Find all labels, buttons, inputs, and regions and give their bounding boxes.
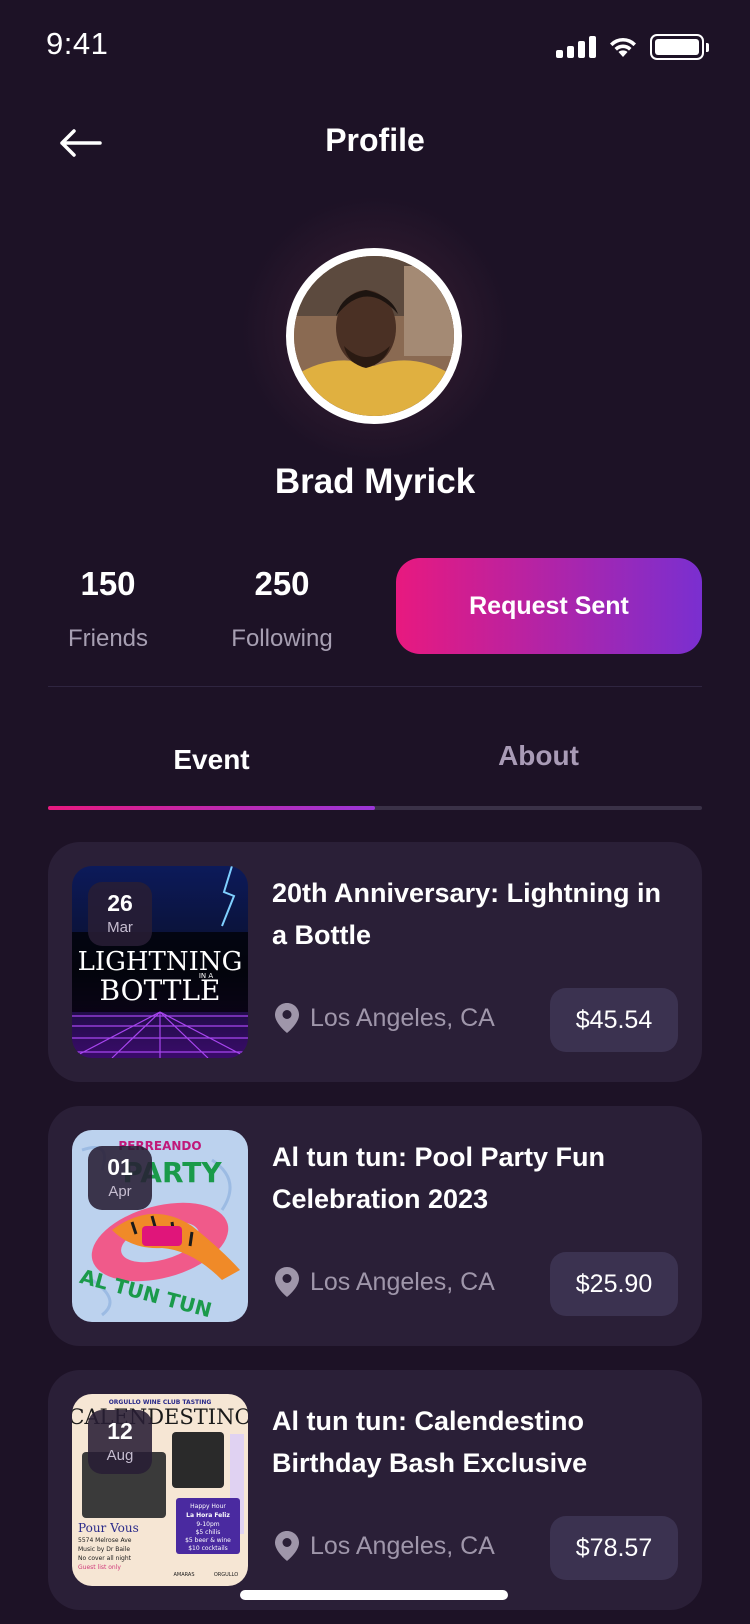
page-title: Profile [325, 122, 425, 158]
price-badge: $45.54 [550, 988, 678, 1052]
event-image-text-11: $5 chilis [196, 1529, 221, 1536]
wifi-icon [610, 37, 636, 57]
event-location: Los Angeles, CA [274, 1266, 495, 1298]
event-image: PERREANDO PARTY AL TUN TUN 01 Apr [72, 1130, 248, 1322]
event-image-text-1: LIGHTNING [78, 947, 243, 977]
tab-event[interactable]: Event [48, 744, 375, 776]
date-badge: 12 Aug [88, 1410, 152, 1474]
event-title: Al tun tun: Calendestino Birthday Bash E… [272, 1406, 588, 1478]
date-day: 01 [107, 1154, 133, 1180]
friends-label: Friends [67, 625, 149, 652]
event-image-text-4: 5574 Melrose Ave [78, 1537, 132, 1544]
date-day: 26 [107, 890, 133, 916]
friends-stat[interactable]: 150 Friends [28, 565, 188, 653]
date-day: 12 [107, 1418, 133, 1444]
request-sent-button[interactable]: Request Sent [396, 558, 702, 654]
event-image-text-3: Pour Vous [78, 1521, 139, 1535]
event-card[interactable]: LIGHTNING IN A BOTTLE 26 Mar 20th Annive… [48, 842, 702, 1082]
event-location: Los Angeles, CA [274, 1002, 495, 1034]
event-image-text-10: 9-10pm [196, 1521, 219, 1528]
event-title: 20th Anniversary: Lightning in a Bottle [272, 878, 662, 950]
friends-count: 150 [80, 565, 136, 602]
avatar [286, 248, 462, 424]
event-title: Al tun tun: Pool Party Fun Celebration 2… [272, 1142, 605, 1214]
event-location: Los Angeles, CA [274, 1530, 495, 1562]
battery-icon [650, 34, 709, 60]
date-month: Mar [107, 919, 133, 936]
date-month: Apr [108, 1183, 132, 1200]
event-image-text-13: $10 cocktails [188, 1545, 228, 1552]
status-icons [556, 34, 709, 60]
following-stat[interactable]: 250 Following [202, 565, 362, 653]
event-image-text-7: Guest list only [78, 1564, 121, 1571]
date-badge: 26 Mar [88, 882, 152, 946]
home-indicator [240, 1590, 508, 1600]
user-name: Brad Myrick [274, 462, 476, 501]
location-pin-icon [275, 1267, 299, 1297]
avatar-photo [294, 256, 454, 416]
location-label: Los Angeles, CA [310, 1267, 495, 1296]
tab-active-indicator [48, 806, 375, 810]
location-label: Los Angeles, CA [310, 1531, 495, 1560]
event-image: LIGHTNING IN A BOTTLE 26 Mar [72, 866, 248, 1058]
following-label: Following [231, 625, 333, 652]
date-badge: 01 Apr [88, 1146, 152, 1210]
event-image-text-9: La Hora Feliz [186, 1512, 230, 1519]
tab-about[interactable]: About [375, 740, 702, 772]
location-pin-icon [275, 1003, 299, 1033]
divider [48, 686, 702, 687]
event-image: ORGULLO WINE CLUB TASTING CALENDESTINO P… [72, 1394, 248, 1586]
event-image-text-6: No cover all night [78, 1555, 132, 1562]
location-label: Los Angeles, CA [310, 1003, 495, 1032]
event-image-text-3: BOTTLE [100, 974, 221, 1007]
following-count: 250 [254, 565, 310, 602]
event-card[interactable]: ORGULLO WINE CLUB TASTING CALENDESTINO P… [48, 1370, 702, 1610]
event-image-text-8: Happy Hour [190, 1503, 226, 1510]
price-badge: $78.57 [550, 1516, 678, 1580]
date-month: Aug [106, 1447, 134, 1464]
event-image-text-12: $5 beer & wine [185, 1537, 231, 1544]
event-image-text-15: ORGULLO [214, 1572, 238, 1578]
price-badge: $25.90 [550, 1252, 678, 1316]
location-pin-icon [275, 1531, 299, 1561]
cellular-signal-icon [556, 36, 596, 58]
event-card[interactable]: PERREANDO PARTY AL TUN TUN 01 Apr Al tun… [48, 1106, 702, 1346]
event-image-text-5: Music by Dr Baile [78, 1546, 130, 1553]
status-time: 9:41 [46, 26, 109, 61]
status-bar: 9:41 [0, 0, 750, 90]
event-image-text-14: AMARAS [173, 1572, 194, 1578]
